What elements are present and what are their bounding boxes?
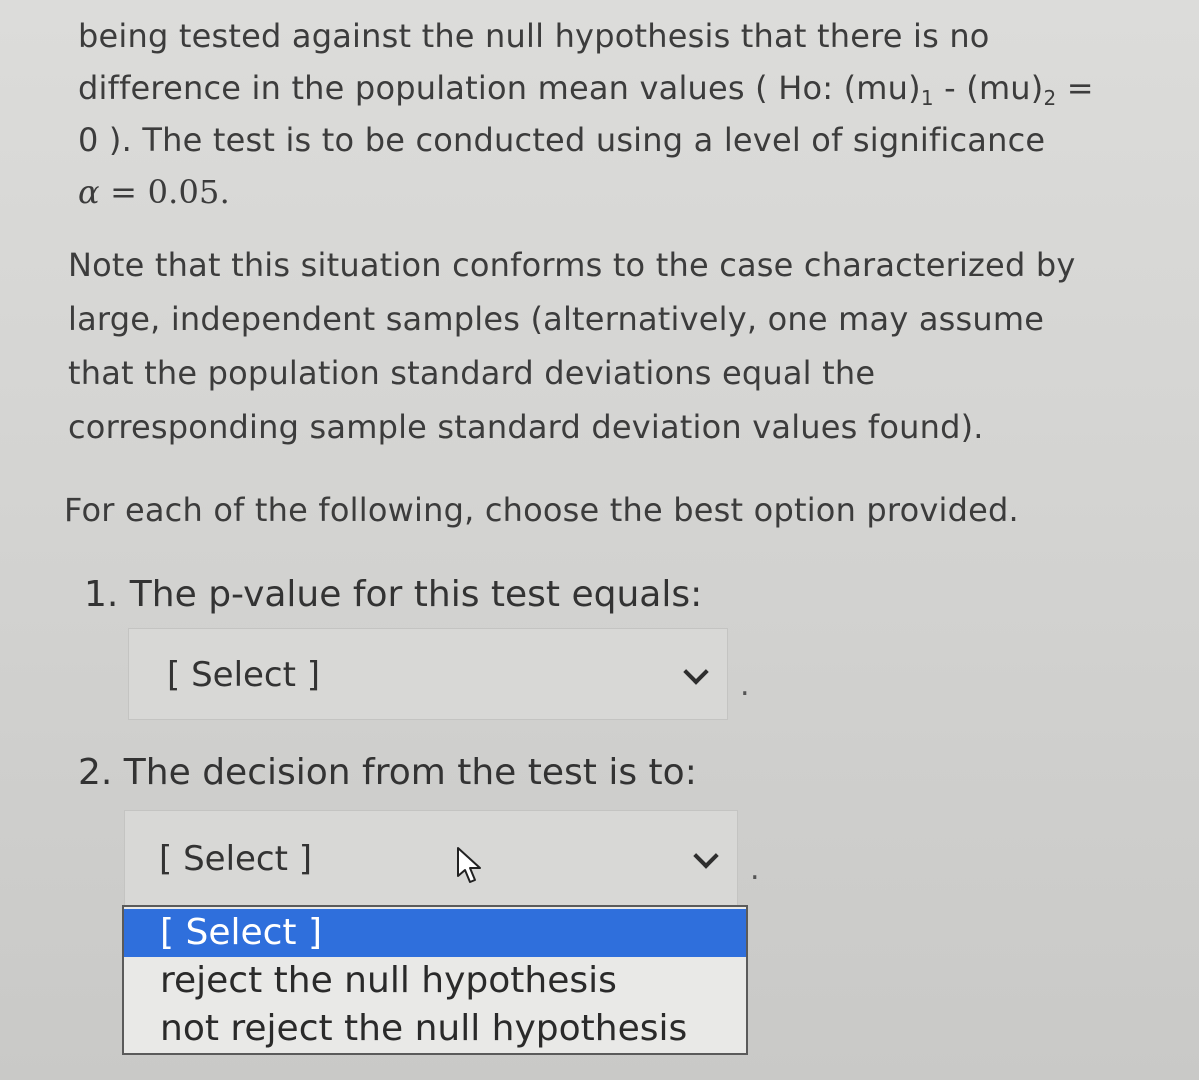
question-2-period: . [750,852,760,887]
intro-line-2: difference in the population mean values… [78,69,1094,110]
decision-select-value: [ Select ] [159,839,313,879]
question-2-label: 2. The decision from the test is to: [78,752,697,793]
alpha-symbol: α [78,173,100,211]
intro-line-1: being tested against the null hypothesis… [78,17,990,55]
p-value-select[interactable]: [ Select ] [128,628,728,720]
alpha-equation: α = 0.05. [78,166,1094,218]
dropdown-option-not-reject[interactable]: not reject the null hypothesis [124,1005,746,1053]
intro-paragraph: being tested against the null hypothesis… [78,10,1094,218]
chevron-down-icon [693,843,719,869]
alpha-value: = 0.05. [99,173,230,211]
question-1-period: . [740,668,750,703]
note-line-3: that the population standard deviations … [68,354,876,392]
dropdown-option-reject[interactable]: reject the null hypothesis [124,957,746,1005]
quiz-page: being tested against the null hypothesis… [0,0,1199,1080]
note-paragraph: Note that this situation conforms to the… [68,238,1075,454]
intro-line-3: 0 ). The test is to be conducted using a… [78,121,1046,159]
dropdown-option-select[interactable]: [ Select ] [124,909,746,957]
note-line-2: large, independent samples (alternativel… [68,300,1045,338]
decision-select[interactable]: [ Select ] [124,810,738,906]
mouse-pointer-icon [457,847,481,883]
p-value-select-value: [ Select ] [167,655,321,695]
question-1-label: 1. The p-value for this test equals: [84,574,703,615]
decision-dropdown-list[interactable]: [ Select ] reject the null hypothesis no… [122,905,748,1055]
note-line-1: Note that this situation conforms to the… [68,246,1076,284]
chevron-down-icon [683,659,709,685]
instruction-text: For each of the following, choose the be… [64,491,1019,529]
note-line-4: corresponding sample standard deviation … [68,408,984,446]
